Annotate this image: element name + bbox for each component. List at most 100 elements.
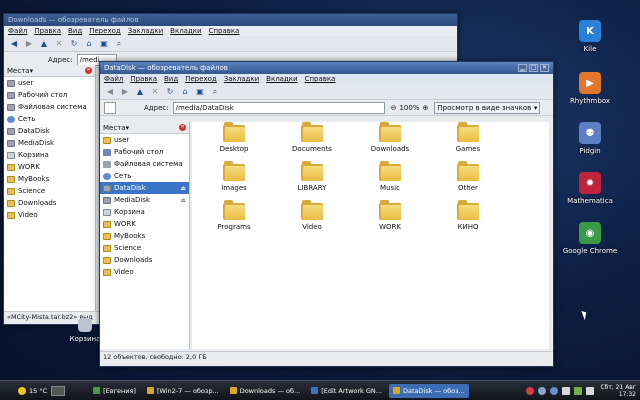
zoom-in-icon[interactable]: ⊕ [422, 104, 428, 112]
file-item[interactable]: Video [286, 200, 338, 231]
menu-item[interactable]: Справка [305, 75, 336, 83]
file-item[interactable]: Music [364, 161, 416, 192]
menu-item[interactable]: Вид [68, 27, 82, 35]
sidebar-place-item[interactable]: Сеть [4, 113, 95, 125]
taskbar-task[interactable]: [Win2-7 — обозр... [143, 384, 223, 398]
stop-icon[interactable]: ✕ [149, 86, 161, 98]
bluetooth-icon[interactable] [550, 386, 559, 395]
sidebar-place-item[interactable]: Science [4, 185, 95, 197]
sidebar-place-item[interactable]: Корзина [4, 149, 95, 161]
close-button[interactable]: ✕ [540, 64, 549, 72]
file-item[interactable]: Programs [208, 200, 260, 231]
menu-item[interactable]: Вкладки [170, 27, 201, 35]
up-arrow-icon[interactable]: ▲ [134, 86, 146, 98]
clock[interactable]: Сбт, 21 Авг 17:32 [596, 384, 640, 398]
sidebar-place-item[interactable]: Video [4, 209, 95, 221]
network-icon[interactable] [526, 386, 535, 395]
address-input[interactable]: /media/DataDisk [172, 101, 385, 114]
file-item[interactable]: WORK [364, 200, 416, 231]
file-item[interactable]: КИНО [442, 200, 494, 231]
home-icon[interactable]: ⌂ [179, 86, 191, 98]
sidebar-place-item[interactable]: Science [100, 242, 189, 254]
menu-item[interactable]: Правка [130, 75, 157, 83]
menu-item[interactable]: Справка [209, 27, 240, 35]
up-arrow-icon[interactable]: ▲ [38, 38, 50, 50]
show-desktop-icon[interactable] [51, 385, 66, 396]
eject-icon[interactable]: ⏏ [180, 197, 186, 204]
taskbar-task[interactable]: Downloads — об... [226, 384, 305, 398]
taskbar-task[interactable]: [Edit Artwork GN... [307, 384, 386, 398]
front-window-titlebar[interactable]: DataDisk — обозреватель файлов ▁ □ ✕ [100, 62, 553, 74]
search-icon[interactable]: ⌕ [209, 86, 221, 98]
sidebar-place-item[interactable]: Файловая система [100, 158, 189, 170]
front-window[interactable]: DataDisk — обозреватель файлов ▁ □ ✕ Фай… [99, 61, 554, 367]
view-mode-select[interactable]: Просмотр в виде значков ▾ [434, 101, 541, 114]
forward-arrow-icon[interactable]: ▶ [23, 38, 35, 50]
sidebar-place-item[interactable]: Рабочий стол [100, 146, 189, 158]
computer-icon[interactable]: ▣ [194, 86, 206, 98]
menu-item[interactable]: Переход [89, 27, 121, 35]
file-view[interactable]: Desktop Documents Downloads Games Images LIBR… [192, 122, 549, 349]
places-header[interactable]: Места ▾ ✕ [4, 65, 95, 77]
file-item[interactable]: Games [442, 122, 494, 153]
sidebar-place-item[interactable]: WORK [4, 161, 95, 173]
file-item[interactable]: Images [208, 161, 260, 192]
menu-item[interactable]: Закладки [224, 75, 259, 83]
menu-item[interactable]: Вид [164, 75, 178, 83]
back-arrow-icon[interactable]: ◀ [104, 86, 116, 98]
menu-item[interactable]: Закладки [128, 27, 163, 35]
reload-icon[interactable]: ↻ [68, 38, 80, 50]
sidebar-place-item[interactable]: Сеть [100, 170, 189, 182]
sidebar-place-item[interactable]: MediaDisk [4, 137, 95, 149]
eject-icon[interactable]: ⏏ [180, 185, 186, 192]
sidebar-place-item[interactable]: MediaDisk ⏏ [100, 194, 189, 206]
menu-item[interactable]: Файл [8, 27, 27, 35]
sidebar-place-item[interactable]: MyBooks [100, 230, 189, 242]
toggle-location-icon[interactable] [104, 101, 116, 114]
sidebar-place-item[interactable]: DataDisk [4, 125, 95, 137]
sidebar-place-item[interactable]: Рабочий стол [4, 89, 95, 101]
sidebar-place-item[interactable]: Downloads [4, 197, 95, 209]
places-header[interactable]: Места ▾ ✕ [100, 122, 189, 134]
close-panel-icon[interactable]: ✕ [179, 124, 186, 131]
back-window-titlebar[interactable]: Downloads — обозреватель файлов [4, 14, 457, 26]
computer-icon[interactable]: ▣ [98, 38, 110, 50]
stop-icon[interactable]: ✕ [53, 38, 65, 50]
menu-item[interactable]: Переход [185, 75, 217, 83]
close-panel-icon[interactable]: ✕ [85, 67, 92, 74]
sidebar-place-item[interactable]: Video [100, 266, 189, 278]
battery-icon[interactable] [574, 386, 583, 395]
sidebar-place-item[interactable]: user [4, 77, 95, 89]
taskbar-task[interactable]: [Евгения] [89, 384, 140, 398]
desktop-icon-kile[interactable]: K Kile [560, 20, 620, 53]
desktop-icon-rhythmbox[interactable]: ▶ Rhythmbox [560, 72, 620, 105]
sidebar-place-item[interactable]: user [100, 134, 189, 146]
volume-icon[interactable] [562, 386, 571, 395]
sidebar-place-item[interactable]: MyBooks [4, 173, 95, 185]
search-icon[interactable]: ⌕ [113, 38, 125, 50]
back-arrow-icon[interactable]: ◀ [8, 38, 20, 50]
mail-icon[interactable] [538, 386, 547, 395]
file-item[interactable]: Other [442, 161, 494, 192]
zoom-level[interactable]: 100% [399, 104, 419, 112]
file-item[interactable]: Desktop [208, 122, 260, 153]
desktop-icon-mathematica[interactable]: ✹ Mathematica [560, 172, 620, 205]
reload-icon[interactable]: ↻ [164, 86, 176, 98]
zoom-out-icon[interactable]: ⊖ [391, 104, 397, 112]
taskbar-task[interactable]: DataDisk — обоз... [388, 383, 469, 398]
desktop-icon-pidgin[interactable]: ⚉ Pidgin [560, 122, 620, 155]
menu-item[interactable]: Правка [34, 27, 61, 35]
keyboard-icon[interactable] [586, 386, 595, 395]
minimize-button[interactable]: ▁ [518, 64, 527, 72]
home-icon[interactable]: ⌂ [83, 38, 95, 50]
sidebar-place-item[interactable]: DataDisk ⏏ [100, 182, 189, 194]
sidebar-place-item[interactable]: Файловая система [4, 101, 95, 113]
sidebar-place-item[interactable]: Корзина [100, 206, 189, 218]
menu-item[interactable]: Файл [104, 75, 123, 83]
weather-temp[interactable]: 15 °C [29, 387, 47, 395]
sidebar-place-item[interactable]: WORK [100, 218, 189, 230]
forward-arrow-icon[interactable]: ▶ [119, 86, 131, 98]
file-item[interactable]: LIBRARY [286, 161, 338, 192]
menu-item[interactable]: Вкладки [266, 75, 297, 83]
file-item[interactable]: Downloads [364, 122, 416, 153]
